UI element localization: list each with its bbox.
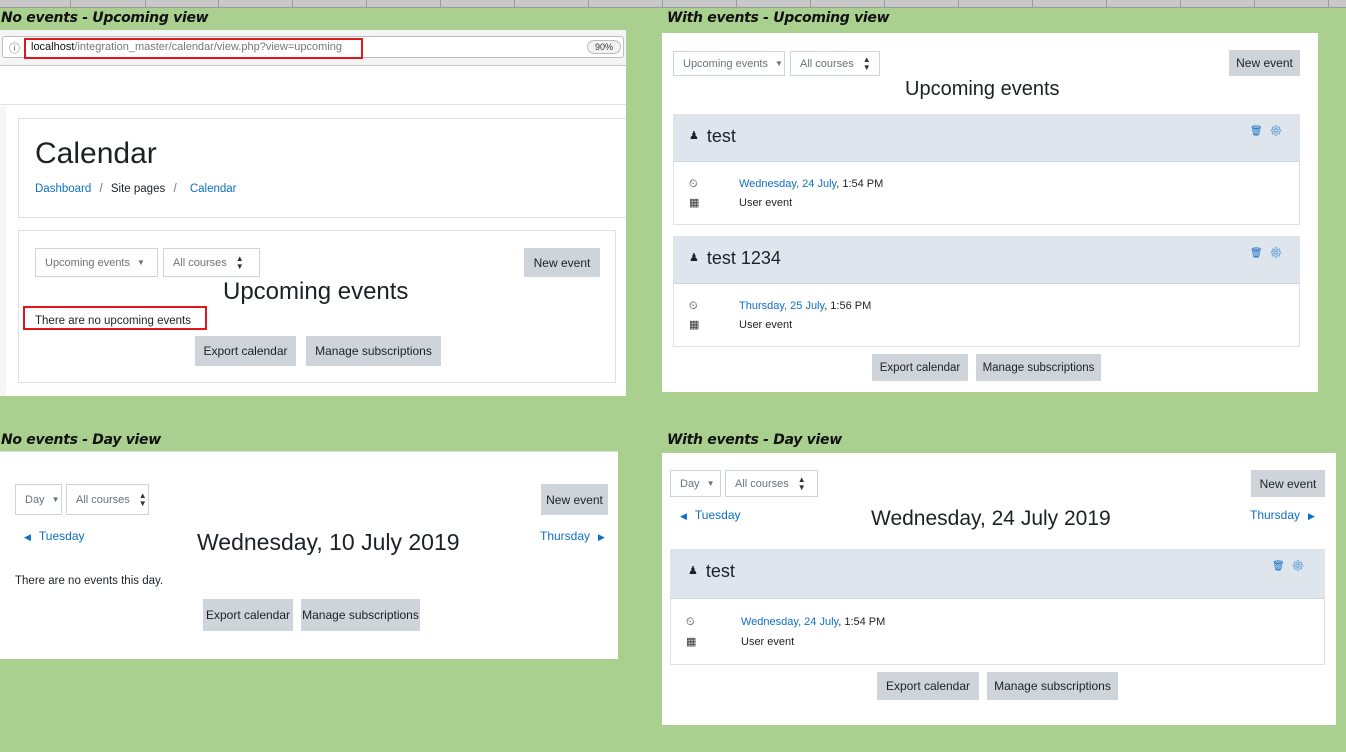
event-date-link[interactable]: Wednesday, 24 July bbox=[741, 616, 838, 628]
page-header-card: Calendar Dashboard / Site pages / Calend… bbox=[18, 118, 626, 218]
label-no-events-upcoming: No events - Upcoming view bbox=[1, 10, 209, 26]
manage-subscriptions-button[interactable]: Manage subscriptions bbox=[987, 672, 1118, 700]
empty-message: There are no events this day. bbox=[15, 575, 164, 587]
spreadsheet-header-strip bbox=[0, 0, 1346, 8]
event-card: ♟ test 1234 🗑⚙ ⏲ Thursday, 25 July, 1:56 P… bbox=[673, 236, 1300, 347]
course-select[interactable]: All courses ▲ ▼ bbox=[66, 484, 149, 515]
view-select[interactable]: Day ▼ bbox=[15, 484, 62, 515]
highlight-empty-message bbox=[23, 306, 207, 330]
course-select[interactable]: All courses ▲ ▼ bbox=[163, 248, 260, 277]
event-type: User event bbox=[739, 197, 793, 209]
arrow-left-icon: ◀ bbox=[24, 532, 31, 542]
prev-day-link[interactable]: ◀ Tuesday bbox=[680, 508, 741, 522]
highlight-url bbox=[24, 38, 363, 59]
user-icon: ♟ bbox=[688, 565, 698, 577]
gear-icon[interactable]: ⚙ bbox=[1292, 561, 1312, 572]
next-day-link[interactable]: Thursday ▶ bbox=[1250, 508, 1315, 522]
updown-icon: ▲ ▼ bbox=[797, 474, 806, 492]
export-calendar-button[interactable]: Export calendar bbox=[877, 672, 979, 700]
arrow-right-icon: ▶ bbox=[598, 532, 605, 542]
info-icon[interactable]: ⓘ bbox=[9, 40, 20, 56]
delete-icon[interactable]: 🗑 bbox=[1272, 561, 1292, 572]
course-select[interactable]: All courses ▲ ▼ bbox=[790, 51, 880, 76]
caret-down-icon: ▼ bbox=[706, 479, 715, 488]
panel-no-events-day: Day ▼ All courses ▲ ▼ New event ◀ Tuesday Th… bbox=[0, 451, 618, 659]
clock-icon: ⏲ bbox=[689, 300, 698, 312]
zoom-indicator[interactable]: 90% bbox=[587, 40, 621, 54]
view-select[interactable]: Upcoming events ▼ bbox=[673, 51, 785, 76]
event-time: , 1:56 PM bbox=[824, 300, 872, 312]
event-title[interactable]: test bbox=[706, 561, 735, 581]
event-card: ♟ test 🗑⚙ ⏲ Wednesday, 24 July, 1:54 PM ▦ U… bbox=[673, 114, 1300, 225]
prev-day-link[interactable]: ◀ Tuesday bbox=[24, 529, 85, 543]
panel-with-events-upcoming: Upcoming events ▼ All courses ▲ ▼ New event… bbox=[662, 33, 1318, 392]
manage-subscriptions-button[interactable]: Manage subscriptions bbox=[301, 599, 420, 631]
next-day-link[interactable]: Thursday ▶ bbox=[540, 529, 605, 543]
calendar-icon: ▦ bbox=[689, 197, 700, 209]
arrow-right-icon: ▶ bbox=[1308, 511, 1315, 521]
gear-icon[interactable]: ⚙ bbox=[1270, 126, 1290, 137]
left-drawer-edge bbox=[0, 106, 6, 396]
panel-with-events-day: Day ▼ All courses ▲ ▼ New event ◀ Tuesday Th… bbox=[662, 453, 1336, 725]
event-title[interactable]: test 1234 bbox=[707, 248, 781, 268]
updown-icon: ▲ ▼ bbox=[235, 253, 244, 271]
delete-icon[interactable]: 🗑 bbox=[1250, 248, 1270, 259]
clock-icon: ⏲ bbox=[689, 178, 698, 190]
arrow-left-icon: ◀ bbox=[680, 511, 687, 521]
user-icon: ♟ bbox=[689, 252, 699, 264]
caret-down-icon: ▼ bbox=[51, 495, 60, 504]
calendar-icon: ▦ bbox=[686, 636, 697, 648]
new-event-button[interactable]: New event bbox=[1251, 470, 1325, 497]
label-with-events-day: With events - Day view bbox=[667, 432, 842, 448]
clock-icon: ⏲ bbox=[686, 616, 695, 628]
breadcrumb-site-pages: Site pages bbox=[110, 183, 166, 195]
gear-icon[interactable]: ⚙ bbox=[1270, 248, 1290, 259]
event-date-link[interactable]: Wednesday, 24 July bbox=[739, 178, 836, 190]
label-with-events-upcoming: With events - Upcoming view bbox=[667, 10, 890, 26]
upcoming-heading: Upcoming events bbox=[223, 278, 409, 305]
event-date-link[interactable]: Thursday, 25 July bbox=[739, 300, 824, 312]
date-heading: Wednesday, 10 July 2019 bbox=[197, 529, 460, 555]
updown-icon: ▲ ▼ bbox=[138, 490, 147, 508]
upcoming-heading: Upcoming events bbox=[905, 78, 1060, 100]
export-calendar-button[interactable]: Export calendar bbox=[195, 336, 296, 366]
export-calendar-button[interactable]: Export calendar bbox=[872, 354, 968, 381]
event-type: User event bbox=[739, 319, 793, 331]
event-time: , 1:54 PM bbox=[836, 178, 884, 190]
new-event-button[interactable]: New event bbox=[524, 248, 600, 277]
breadcrumb-calendar[interactable]: Calendar bbox=[190, 183, 237, 195]
breadcrumb: Dashboard / Site pages / Calendar bbox=[35, 183, 237, 195]
panel-no-events-upcoming: ⓘ localhost/integration_master/calendar/… bbox=[0, 30, 626, 396]
new-event-button[interactable]: New event bbox=[1229, 50, 1300, 76]
manage-subscriptions-button[interactable]: Manage subscriptions bbox=[306, 336, 441, 366]
view-select[interactable]: Day ▼ bbox=[670, 470, 721, 497]
user-icon: ♟ bbox=[689, 130, 699, 142]
page-title: Calendar bbox=[35, 137, 157, 170]
course-select[interactable]: All courses ▲ ▼ bbox=[725, 470, 818, 497]
calendar-icon: ▦ bbox=[689, 319, 700, 331]
event-card: ♟ test 🗑⚙ ⏲ Wednesday, 24 July, 1:54 PM ▦ U… bbox=[670, 549, 1325, 665]
caret-down-icon: ▼ bbox=[775, 59, 783, 68]
event-title[interactable]: test bbox=[707, 126, 736, 146]
breadcrumb-dashboard[interactable]: Dashboard bbox=[35, 183, 91, 195]
event-time: , 1:54 PM bbox=[838, 616, 886, 628]
site-navbar bbox=[0, 67, 626, 105]
event-type: User event bbox=[741, 636, 795, 648]
date-heading: Wednesday, 24 July 2019 bbox=[871, 507, 1111, 530]
view-select[interactable]: Upcoming events ▼ bbox=[35, 248, 158, 277]
caret-down-icon: ▼ bbox=[137, 258, 145, 267]
export-calendar-button[interactable]: Export calendar bbox=[203, 599, 293, 631]
updown-icon: ▲ ▼ bbox=[862, 54, 871, 72]
manage-subscriptions-button[interactable]: Manage subscriptions bbox=[976, 354, 1101, 381]
label-no-events-day: No events - Day view bbox=[1, 432, 161, 448]
delete-icon[interactable]: 🗑 bbox=[1250, 126, 1270, 137]
new-event-button[interactable]: New event bbox=[541, 484, 608, 515]
